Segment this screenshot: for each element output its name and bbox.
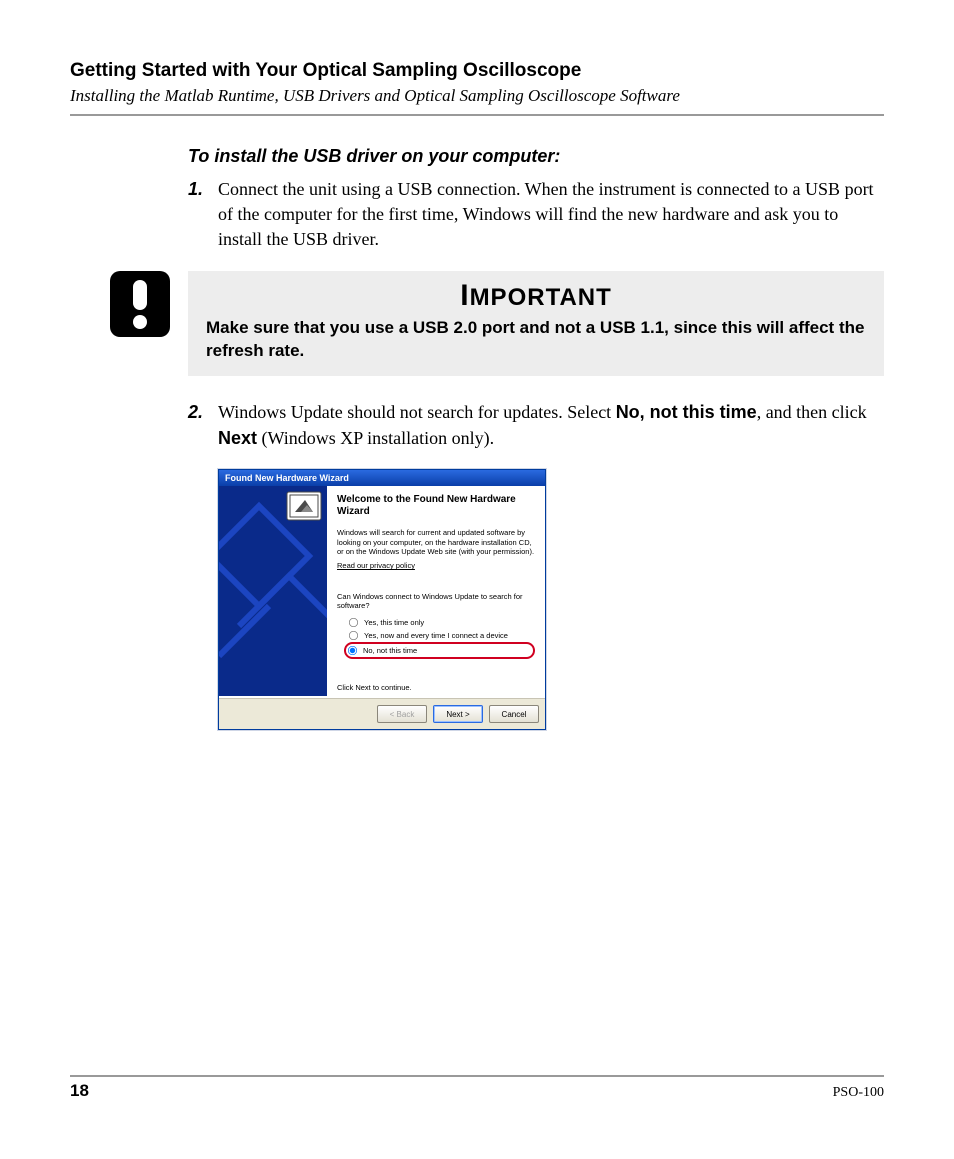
exclamation-icon: [110, 271, 170, 337]
found-new-hardware-wizard: Found New Hardware Wizard: [218, 469, 546, 730]
wizard-button-bar: < Back Next > Cancel: [219, 698, 545, 729]
radio-label: No, not this time: [363, 645, 417, 656]
wizard-question: Can Windows connect to Windows Update to…: [337, 592, 535, 610]
step-body: Connect the unit using a USB connection.…: [218, 177, 884, 253]
radio-input[interactable]: [349, 618, 358, 627]
wizard-main: Welcome to the Found New Hardware Wizard…: [327, 486, 545, 698]
radio-label: Yes, now and every time I connect a devi…: [364, 630, 508, 641]
radio-input[interactable]: [348, 646, 357, 655]
radio-label: Yes, this time only: [364, 617, 424, 628]
radio-yes-every-time[interactable]: Yes, now and every time I connect a devi…: [347, 629, 535, 642]
page-number: 18: [70, 1081, 89, 1101]
step-number: 1.: [188, 177, 218, 202]
document-id: PSO-100: [833, 1085, 884, 1101]
wizard-side-graphic: [219, 486, 327, 696]
wizard-screenshot: Found New Hardware Wizard: [218, 469, 884, 730]
back-button[interactable]: < Back: [377, 705, 427, 723]
wizard-heading: Welcome to the Found New Hardware Wizard: [337, 494, 535, 518]
procedure-title: To install the USB driver on your comput…: [188, 146, 884, 167]
wizard-continue-text: Click Next to continue.: [337, 683, 535, 692]
chapter-title: Getting Started with Your Optical Sampli…: [70, 60, 884, 82]
step-text: (Windows XP installation only).: [257, 428, 494, 448]
step-number: 2.: [188, 400, 218, 425]
wizard-body: Welcome to the Found New Hardware Wizard…: [219, 486, 545, 698]
footer-rule: [70, 1075, 884, 1077]
cancel-button[interactable]: Cancel: [489, 705, 539, 723]
wizard-intro-text: Windows will search for current and upda…: [337, 528, 535, 557]
step-1: 1. Connect the unit using a USB connecti…: [188, 177, 884, 253]
wizard-titlebar: Found New Hardware Wizard: [219, 470, 545, 486]
radio-yes-this-time[interactable]: Yes, this time only: [347, 616, 535, 629]
important-callout: IMPORTANT Make sure that you use a USB 2…: [110, 271, 884, 377]
important-text: Make sure that you use a USB 2.0 port an…: [206, 317, 866, 363]
radio-no-not-this-time[interactable]: No, not this time: [344, 642, 535, 659]
document-page: Getting Started with Your Optical Sampli…: [0, 0, 954, 1159]
content-area: To install the USB driver on your comput…: [188, 146, 884, 730]
section-subtitle: Installing the Matlab Runtime, USB Drive…: [70, 86, 884, 106]
step-2: 2. Windows Update should not search for …: [188, 400, 884, 450]
bold-phrase: Next: [218, 428, 257, 448]
step-body: Windows Update should not search for upd…: [218, 400, 884, 450]
important-box: IMPORTANT Make sure that you use a USB 2…: [188, 271, 884, 377]
page-footer: 18 PSO-100: [70, 1075, 884, 1101]
step-text: , and then click: [757, 402, 867, 422]
step-text: Windows Update should not search for upd…: [218, 402, 616, 422]
privacy-policy-link[interactable]: Read our privacy policy: [337, 561, 415, 570]
bold-phrase: No, not this time: [616, 402, 757, 422]
header-rule: [70, 114, 884, 116]
next-button[interactable]: Next >: [433, 705, 483, 723]
important-title: IMPORTANT: [206, 279, 866, 313]
radio-input[interactable]: [349, 631, 358, 640]
wizard-radio-group: Yes, this time only Yes, now and every t…: [347, 616, 535, 659]
